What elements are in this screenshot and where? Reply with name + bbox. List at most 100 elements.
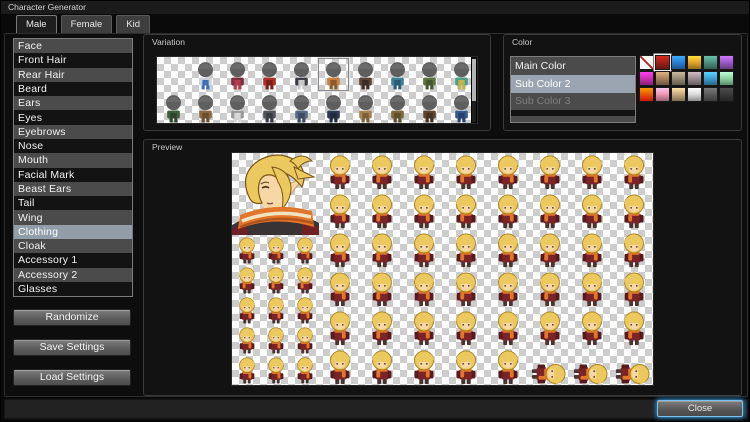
walk-sprite [292,267,318,295]
close-button[interactable]: Close [657,400,743,417]
part-item-front-hair[interactable]: Front Hair [14,53,132,68]
variation-item[interactable] [158,91,189,123]
variation-item[interactable] [414,58,445,91]
part-item-accessory-2[interactable]: Accessory 2 [14,267,132,282]
palette-swatch[interactable] [703,71,718,86]
variation-scrollbar[interactable] [471,57,477,123]
pose-sprite [407,350,441,385]
walk-sprite [263,237,289,265]
walk-sprite [292,237,318,265]
color-slot-list: Main Color Sub Color 2 Sub Color 3 [510,56,636,123]
part-item-tail[interactable]: Tail [14,196,132,211]
footer-bar [4,399,748,419]
variation-item[interactable] [318,91,349,123]
pose-sprite [491,272,525,308]
variation-item[interactable] [254,91,285,123]
variation-item[interactable] [190,91,221,123]
pose-sprite [323,155,357,191]
variation-item[interactable] [350,58,381,91]
variation-item[interactable] [382,58,413,91]
part-item-beast-ears[interactable]: Beast Ears [14,181,132,197]
walk-sprite [234,327,260,355]
variation-item[interactable] [254,58,285,91]
color-slot-main-color[interactable]: Main Color [511,57,635,75]
pose-sprite [365,194,399,230]
variation-item[interactable] [222,91,253,123]
part-item-facial-mark[interactable]: Facial Mark [14,167,132,182]
part-item-face[interactable]: Face [14,39,132,54]
pose-sprite [617,272,651,308]
pose-sprite [575,194,609,230]
part-item-wing[interactable]: Wing [14,210,132,225]
palette-swatch[interactable] [719,87,734,102]
window-title: Character Generator [8,2,86,12]
palette-swatch[interactable] [703,55,718,70]
pose-sprite [617,311,651,347]
palette-swatch[interactable] [687,71,702,86]
pose-sprite [407,194,441,230]
variation-grid [156,56,478,124]
palette-swatch[interactable] [639,87,654,102]
variation-item[interactable] [350,91,381,123]
walk-sprite [263,267,289,295]
palette-swatch[interactable] [655,71,670,86]
palette-swatch[interactable] [719,71,734,86]
palette-swatch[interactable] [655,55,670,70]
palette-swatch[interactable] [655,87,670,102]
pose-sprite [491,194,525,230]
tab-male[interactable]: Male [16,15,57,34]
part-item-rear-hair[interactable]: Rear Hair [14,67,132,82]
preview-canvas [231,152,654,386]
pose-sprite [407,272,441,308]
variation-item[interactable] [318,58,349,91]
load-settings-button[interactable]: Load Settings [13,369,131,386]
randomize-button[interactable]: Randomize [13,309,131,326]
pose-sprite [575,311,609,347]
variation-item[interactable] [286,58,317,91]
part-item-eyebrows[interactable]: Eyebrows [14,124,132,139]
variation-item[interactable] [222,58,253,91]
part-item-eyes[interactable]: Eyes [14,110,132,125]
palette-swatch-none[interactable] [639,55,654,70]
palette-swatch[interactable] [671,87,686,102]
pose-sprite [365,272,399,308]
part-item-ears[interactable]: Ears [14,96,132,111]
tab-female[interactable]: Female [60,15,113,34]
pose-sprite [323,350,357,385]
pose-sprite [407,155,441,191]
part-item-mouth[interactable]: Mouth [14,153,132,168]
pose-sprite [533,233,567,269]
part-item-accessory-1[interactable]: Accessory 1 [14,253,132,268]
palette-swatch[interactable] [687,87,702,102]
variation-item[interactable] [414,91,445,123]
color-slot-sub-color-3[interactable]: Sub Color 3 [511,92,635,111]
variation-item-none[interactable] [158,58,189,91]
color-palette [639,55,736,104]
pose-sprite [615,350,651,385]
walk-sprite [234,267,260,295]
variation-item[interactable] [382,91,413,123]
part-item-beard[interactable]: Beard [14,81,132,97]
color-slot-sub-color-2[interactable]: Sub Color 2 [511,74,635,93]
palette-swatch[interactable] [671,71,686,86]
walk-sprite [263,327,289,355]
part-item-clothing[interactable]: Clothing [14,224,132,239]
pose-sprite [533,155,567,191]
tab-bar: Male Female Kid [16,15,151,34]
palette-swatch[interactable] [671,55,686,70]
palette-swatch[interactable] [719,55,734,70]
walk-sprite [263,297,289,325]
part-item-glasses[interactable]: Glasses [14,281,132,297]
variation-scrollbar-thumb[interactable] [472,59,476,101]
pose-sprite [491,350,525,385]
pose-sprite [407,311,441,347]
part-item-cloak[interactable]: Cloak [14,238,132,254]
save-settings-button[interactable]: Save Settings [13,339,131,356]
palette-swatch[interactable] [687,55,702,70]
part-item-nose[interactable]: Nose [14,138,132,154]
variation-item[interactable] [286,91,317,123]
palette-swatch[interactable] [703,87,718,102]
variation-item[interactable] [190,58,221,91]
tab-kid[interactable]: Kid [116,15,151,34]
palette-swatch[interactable] [639,71,654,86]
